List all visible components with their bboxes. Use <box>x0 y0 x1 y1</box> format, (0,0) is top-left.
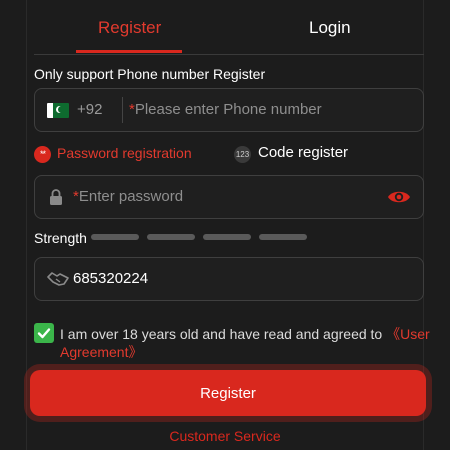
phone-placeholder[interactable]: *Please enter Phone number <box>129 101 322 118</box>
tab-register[interactable]: Register <box>98 18 161 38</box>
strength-segment <box>203 234 251 240</box>
auth-tabs: Register Login <box>34 0 424 55</box>
password-registration-option[interactable]: Password registration <box>57 145 192 161</box>
code-register-option[interactable]: Code register <box>258 144 348 161</box>
password-icon[interactable]: ** <box>34 146 51 163</box>
handshake-icon <box>47 272 69 286</box>
lock-icon <box>50 189 62 205</box>
agreement-text: I am over 18 years old and have read and… <box>60 325 430 361</box>
agreement-checkbox[interactable] <box>34 323 54 343</box>
password-placeholder[interactable]: *Enter password <box>73 188 183 205</box>
strength-label: Strength <box>34 230 87 246</box>
code-value[interactable]: 685320224 <box>73 270 148 287</box>
registration-mode-row: ** Password registration 123 Code regist… <box>34 144 424 164</box>
strength-segment <box>259 234 307 240</box>
code-123-icon[interactable]: 123 <box>234 146 251 163</box>
pakistan-flag-icon[interactable] <box>47 103 69 118</box>
customer-service-link[interactable]: Customer Service <box>0 428 450 444</box>
active-tab-indicator <box>76 50 182 53</box>
country-code[interactable]: +92 <box>77 101 102 118</box>
eye-icon[interactable] <box>387 188 411 206</box>
agreement-statement: I am over 18 years old and have read and… <box>60 326 387 342</box>
password-placeholder-text: Enter password <box>78 188 184 205</box>
register-button[interactable]: Register <box>30 370 426 416</box>
phone-field[interactable]: +92 *Please enter Phone number <box>34 88 424 132</box>
register-method-note: Only support Phone number Register <box>34 66 266 82</box>
phone-divider <box>122 97 123 123</box>
frame-border-left <box>26 0 27 450</box>
check-icon <box>37 328 51 339</box>
strength-segment <box>91 234 139 240</box>
tab-login[interactable]: Login <box>309 18 351 38</box>
password-field[interactable]: *Enter password <box>34 175 424 219</box>
strength-segment <box>147 234 195 240</box>
phone-placeholder-text: Please enter Phone number <box>134 101 322 118</box>
code-field[interactable]: 685320224 <box>34 257 424 301</box>
